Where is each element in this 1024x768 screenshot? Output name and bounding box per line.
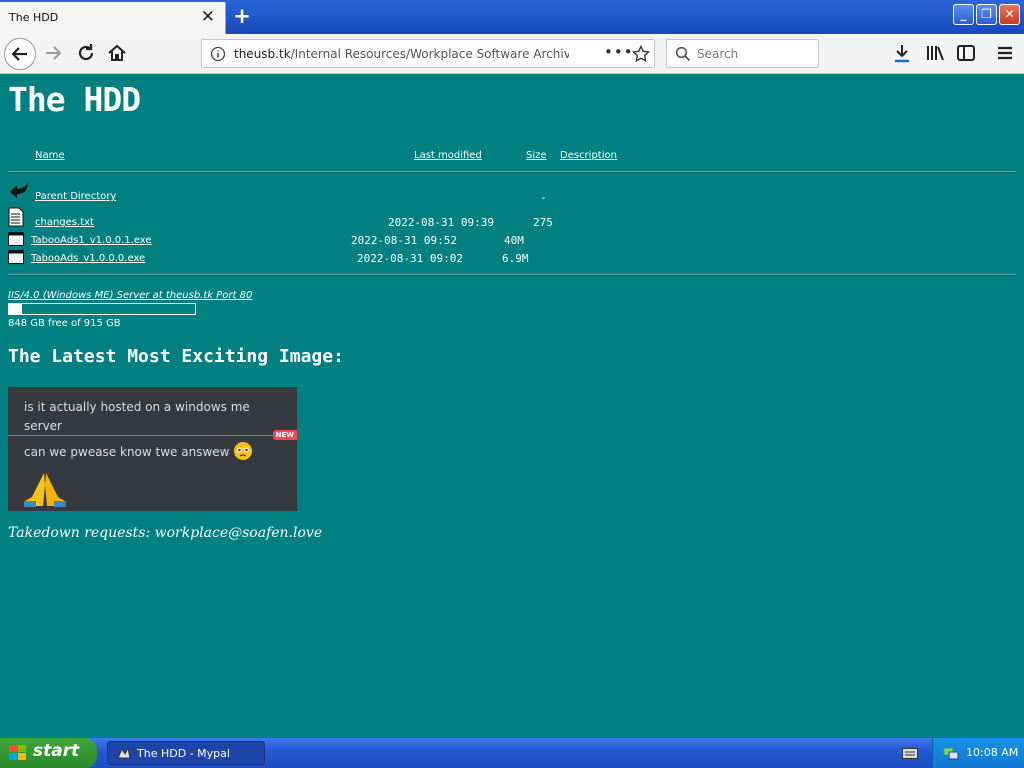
file-modified: 2022-08-31 09:52: [351, 234, 457, 247]
info-icon[interactable]: [210, 46, 226, 62]
file-size: 40M: [504, 234, 524, 247]
new-badge: NEW: [272, 430, 297, 440]
page-title: The HDD: [8, 80, 141, 119]
url-path: /Internal Resources/Workplace Software A…: [290, 47, 569, 61]
divider: [8, 274, 1016, 276]
search-icon: [675, 46, 691, 62]
file-link[interactable]: TabooAds_v1.0.0.0.exe: [31, 253, 145, 264]
chat-message-1: is it actually hosted on a windows me se…: [24, 400, 250, 433]
new-tab-button[interactable]: +: [231, 3, 253, 29]
arrow-left-icon: [11, 47, 27, 61]
disk-usage-bar: [8, 303, 196, 315]
menu-icon[interactable]: [993, 41, 1017, 65]
divider: [8, 171, 1016, 173]
back-button[interactable]: [4, 38, 36, 70]
forward-button[interactable]: [41, 41, 65, 65]
column-description[interactable]: Description: [560, 150, 617, 161]
taskbar-item-browser[interactable]: The HDD - Mypal: [107, 741, 265, 765]
exciting-image: is it actually hosted on a windows me se…: [8, 387, 297, 511]
chat-message-2: can we pwease know twe answew: [24, 441, 253, 461]
search-box[interactable]: Search: [666, 39, 819, 68]
window-controls: _ ❐ ✕: [953, 4, 1020, 25]
file-size: 6.9M: [502, 252, 529, 265]
file-modified: 2022-08-31 09:02: [357, 252, 463, 265]
url-bar[interactable]: theusb.tk/Internal Resources/Workplace S…: [201, 39, 655, 68]
minimize-button[interactable]: _: [953, 4, 974, 25]
page-actions-icon[interactable]: •••: [604, 43, 634, 61]
text-file-icon: [8, 207, 24, 227]
start-button[interactable]: start: [0, 738, 97, 768]
restore-button[interactable]: ❐: [976, 4, 997, 25]
sidebar-icon[interactable]: [954, 41, 978, 65]
network-icon[interactable]: [943, 745, 959, 761]
chat-message-2-text: can we pwease know twe answew: [24, 445, 230, 459]
start-label: start: [33, 741, 80, 761]
home-button[interactable]: [105, 41, 129, 65]
takedown-text: Takedown requests: workplace@soafen.love: [8, 525, 323, 541]
file-link[interactable]: TabooAds1_v1.0.0.1.exe: [31, 235, 152, 246]
parent-size: -: [540, 191, 547, 204]
download-icon[interactable]: [890, 41, 914, 65]
bookmark-star-icon[interactable]: [632, 45, 650, 63]
folded-hands-emoji-icon: [24, 473, 66, 507]
file-size: 275: [533, 216, 553, 229]
windows-logo-icon: [9, 745, 26, 760]
close-window-button[interactable]: ✕: [999, 4, 1020, 25]
taskbar: start The HDD - Mypal 10:08 AM: [0, 738, 1024, 768]
pleading-face-emoji-icon: [234, 442, 253, 460]
page-content: The HDD Name Last modified Size Descript…: [0, 74, 1024, 738]
column-last-modified[interactable]: Last modified: [414, 150, 482, 161]
browser-tab[interactable]: The HDD ✕: [0, 2, 226, 34]
server-signature-link[interactable]: IIS/4.0 (Windows ME) Server at theusb.tk…: [8, 290, 252, 301]
window-titlebar: The HDD ✕ + _ ❐ ✕: [0, 0, 1024, 34]
taskbar-item-label: The HDD - Mypal: [137, 747, 230, 760]
disk-free-text: 848 GB free of 915 GB: [8, 318, 121, 329]
column-name[interactable]: Name: [35, 150, 65, 161]
search-placeholder: Search: [697, 47, 739, 61]
reload-button[interactable]: [74, 41, 98, 65]
library-icon[interactable]: [923, 41, 947, 65]
new-messages-divider: [8, 435, 278, 436]
close-tab-icon[interactable]: ✕: [201, 7, 215, 27]
system-tray: 10:08 AM: [932, 738, 1024, 768]
mypal-icon: [117, 746, 131, 759]
file-modified: 2022-08-31 09:39: [388, 216, 494, 229]
exe-file-icon: [8, 232, 24, 246]
file-link[interactable]: changes.txt: [35, 217, 94, 228]
url-host: theusb.tk: [234, 47, 291, 61]
column-size[interactable]: Size: [526, 150, 547, 161]
parent-directory-link[interactable]: Parent Directory: [35, 191, 116, 202]
exe-file-icon: [8, 250, 24, 264]
section-heading: The Latest Most Exciting Image:: [8, 346, 344, 367]
url-text[interactable]: theusb.tk/Internal Resources/Workplace S…: [234, 47, 569, 61]
keyboard-icon[interactable]: [902, 746, 918, 760]
navigation-bar: theusb.tk/Internal Resources/Workplace S…: [0, 34, 1024, 74]
clock: 10:08 AM: [966, 746, 1019, 759]
disk-usage-fill: [9, 304, 23, 314]
back-arrow-icon: [10, 182, 28, 198]
tab-title: The HDD: [9, 11, 59, 24]
